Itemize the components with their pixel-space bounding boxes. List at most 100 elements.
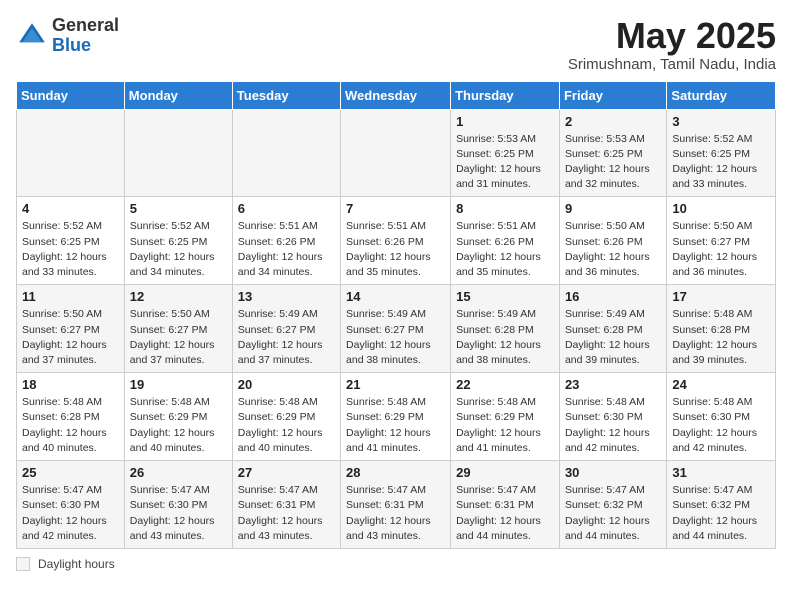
- calendar-week-row: 4Sunrise: 5:52 AMSunset: 6:25 PMDaylight…: [17, 197, 776, 285]
- logo-general-text: General: [52, 15, 119, 35]
- day-info: Sunrise: 5:51 AMSunset: 6:26 PMDaylight:…: [238, 219, 335, 280]
- weekday-header: Saturday: [667, 81, 776, 109]
- day-info: Sunrise: 5:47 AMSunset: 6:31 PMDaylight:…: [456, 483, 554, 544]
- footer-label: Daylight hours: [38, 557, 115, 571]
- day-number: 30: [565, 465, 661, 480]
- calendar-cell: 1 Sunrise: 5:53 AMSunset: 6:25 PMDaylight…: [451, 109, 560, 197]
- calendar-cell: 22 Sunrise: 5:48 AMSunset: 6:29 PMDayligh…: [451, 373, 560, 461]
- day-number: 21: [346, 377, 445, 392]
- weekday-header: Thursday: [451, 81, 560, 109]
- day-number: 9: [565, 201, 661, 216]
- calendar-cell: 9Sunrise: 5:50 AMSunset: 6:26 PMDaylight…: [559, 197, 666, 285]
- day-info: Sunrise: 5:47 AMSunset: 6:31 PMDaylight:…: [238, 483, 335, 544]
- weekday-header-row: SundayMondayTuesdayWednesdayThursdayFrid…: [17, 81, 776, 109]
- day-number: 18: [22, 377, 119, 392]
- day-info: Sunrise: 5:48 AMSunset: 6:29 PMDaylight:…: [238, 395, 335, 456]
- day-number: 25: [22, 465, 119, 480]
- day-number: 31: [672, 465, 770, 480]
- calendar-table: SundayMondayTuesdayWednesdayThursdayFrid…: [16, 81, 776, 549]
- calendar-cell: 15Sunrise: 5:49 AMSunset: 6:28 PMDayligh…: [451, 285, 560, 373]
- day-info: Sunrise: 5:50 AMSunset: 6:27 PMDaylight:…: [22, 307, 119, 368]
- calendar-week-row: 11 Sunrise: 5:50 AMSunset: 6:27 PMDayligh…: [17, 285, 776, 373]
- day-number: 29: [456, 465, 554, 480]
- day-info: Sunrise: 5:53 AMSunset: 6:25 PMDaylight:…: [565, 132, 661, 193]
- calendar-week-row: 1 Sunrise: 5:53 AMSunset: 6:25 PMDaylight…: [17, 109, 776, 197]
- day-number: 23: [565, 377, 661, 392]
- day-info: Sunrise: 5:47 AMSunset: 6:30 PMDaylight:…: [130, 483, 227, 544]
- day-info: Sunrise: 5:53 AMSunset: 6:25 PMDaylight:…: [456, 132, 554, 193]
- calendar-cell: 14 Sunrise: 5:49 AMSunset: 6:27 PMDayligh…: [341, 285, 451, 373]
- calendar-cell: 10 Sunrise: 5:50 AMSunset: 6:27 PMDayligh…: [667, 197, 776, 285]
- calendar-cell: 27 Sunrise: 5:47 AMSunset: 6:31 PMDayligh…: [232, 461, 340, 549]
- calendar-cell: 25 Sunrise: 5:47 AMSunset: 6:30 PMDayligh…: [17, 461, 125, 549]
- day-number: 28: [346, 465, 445, 480]
- day-number: 26: [130, 465, 227, 480]
- day-info: Sunrise: 5:52 AMSunset: 6:25 PMDaylight:…: [672, 132, 770, 193]
- day-info: Sunrise: 5:50 AMSunset: 6:27 PMDaylight:…: [130, 307, 227, 368]
- calendar-cell: 16 Sunrise: 5:49 AMSunset: 6:28 PMDayligh…: [559, 285, 666, 373]
- location-text: Srimushnam, Tamil Nadu, India: [568, 56, 776, 73]
- title-block: May 2025 Srimushnam, Tamil Nadu, India: [568, 16, 776, 73]
- day-info: Sunrise: 5:47 AMSunset: 6:32 PMDaylight:…: [565, 483, 661, 544]
- logo: General Blue: [16, 16, 119, 56]
- weekday-header: Monday: [124, 81, 232, 109]
- calendar-cell: 12 Sunrise: 5:50 AMSunset: 6:27 PMDayligh…: [124, 285, 232, 373]
- day-info: Sunrise: 5:48 AMSunset: 6:30 PMDaylight:…: [672, 395, 770, 456]
- day-info: Sunrise: 5:51 AMSunset: 6:26 PMDaylight:…: [456, 219, 554, 280]
- calendar-cell: [124, 109, 232, 197]
- logo-icon: [16, 20, 48, 52]
- logo-blue-text: Blue: [52, 35, 91, 55]
- day-number: 16: [565, 289, 661, 304]
- day-number: 1: [456, 114, 554, 129]
- day-number: 24: [672, 377, 770, 392]
- day-info: Sunrise: 5:49 AMSunset: 6:28 PMDaylight:…: [565, 307, 661, 368]
- calendar-cell: 5Sunrise: 5:52 AMSunset: 6:25 PMDaylight…: [124, 197, 232, 285]
- day-info: Sunrise: 5:49 AMSunset: 6:27 PMDaylight:…: [238, 307, 335, 368]
- calendar-cell: 26 Sunrise: 5:47 AMSunset: 6:30 PMDayligh…: [124, 461, 232, 549]
- day-info: Sunrise: 5:48 AMSunset: 6:29 PMDaylight:…: [456, 395, 554, 456]
- day-info: Sunrise: 5:49 AMSunset: 6:27 PMDaylight:…: [346, 307, 445, 368]
- calendar-cell: [17, 109, 125, 197]
- day-number: 27: [238, 465, 335, 480]
- footer-box-icon: [16, 557, 30, 571]
- day-info: Sunrise: 5:48 AMSunset: 6:30 PMDaylight:…: [565, 395, 661, 456]
- calendar-cell: 17 Sunrise: 5:48 AMSunset: 6:28 PMDayligh…: [667, 285, 776, 373]
- day-number: 20: [238, 377, 335, 392]
- calendar-week-row: 25 Sunrise: 5:47 AMSunset: 6:30 PMDayligh…: [17, 461, 776, 549]
- calendar-cell: 11 Sunrise: 5:50 AMSunset: 6:27 PMDayligh…: [17, 285, 125, 373]
- weekday-header: Sunday: [17, 81, 125, 109]
- day-info: Sunrise: 5:50 AMSunset: 6:27 PMDaylight:…: [672, 219, 770, 280]
- day-number: 12: [130, 289, 227, 304]
- page-header: General Blue May 2025 Srimushnam, Tamil …: [16, 16, 776, 73]
- day-info: Sunrise: 5:49 AMSunset: 6:28 PMDaylight:…: [456, 307, 554, 368]
- calendar-cell: 29 Sunrise: 5:47 AMSunset: 6:31 PMDayligh…: [451, 461, 560, 549]
- day-number: 7: [346, 201, 445, 216]
- calendar-cell: 6Sunrise: 5:51 AMSunset: 6:26 PMDaylight…: [232, 197, 340, 285]
- day-number: 8: [456, 201, 554, 216]
- day-info: Sunrise: 5:48 AMSunset: 6:29 PMDaylight:…: [346, 395, 445, 456]
- day-info: Sunrise: 5:47 AMSunset: 6:30 PMDaylight:…: [22, 483, 119, 544]
- day-info: Sunrise: 5:47 AMSunset: 6:31 PMDaylight:…: [346, 483, 445, 544]
- day-number: 11: [22, 289, 119, 304]
- day-number: 14: [346, 289, 445, 304]
- day-info: Sunrise: 5:51 AMSunset: 6:26 PMDaylight:…: [346, 219, 445, 280]
- day-info: Sunrise: 5:52 AMSunset: 6:25 PMDaylight:…: [130, 219, 227, 280]
- day-number: 13: [238, 289, 335, 304]
- calendar-cell: 13 Sunrise: 5:49 AMSunset: 6:27 PMDayligh…: [232, 285, 340, 373]
- calendar-cell: 31 Sunrise: 5:47 AMSunset: 6:32 PMDayligh…: [667, 461, 776, 549]
- month-title: May 2025: [568, 16, 776, 56]
- calendar-cell: 2Sunrise: 5:53 AMSunset: 6:25 PMDaylight…: [559, 109, 666, 197]
- day-number: 17: [672, 289, 770, 304]
- calendar-cell: 20 Sunrise: 5:48 AMSunset: 6:29 PMDayligh…: [232, 373, 340, 461]
- calendar-cell: 8 Sunrise: 5:51 AMSunset: 6:26 PMDaylight…: [451, 197, 560, 285]
- calendar-cell: 4Sunrise: 5:52 AMSunset: 6:25 PMDaylight…: [17, 197, 125, 285]
- day-info: Sunrise: 5:48 AMSunset: 6:28 PMDaylight:…: [672, 307, 770, 368]
- calendar-cell: 7 Sunrise: 5:51 AMSunset: 6:26 PMDaylight…: [341, 197, 451, 285]
- day-info: Sunrise: 5:48 AMSunset: 6:28 PMDaylight:…: [22, 395, 119, 456]
- calendar-cell: 19Sunrise: 5:48 AMSunset: 6:29 PMDayligh…: [124, 373, 232, 461]
- calendar-cell: [341, 109, 451, 197]
- day-info: Sunrise: 5:47 AMSunset: 6:32 PMDaylight:…: [672, 483, 770, 544]
- day-number: 10: [672, 201, 770, 216]
- day-number: 22: [456, 377, 554, 392]
- day-info: Sunrise: 5:48 AMSunset: 6:29 PMDaylight:…: [130, 395, 227, 456]
